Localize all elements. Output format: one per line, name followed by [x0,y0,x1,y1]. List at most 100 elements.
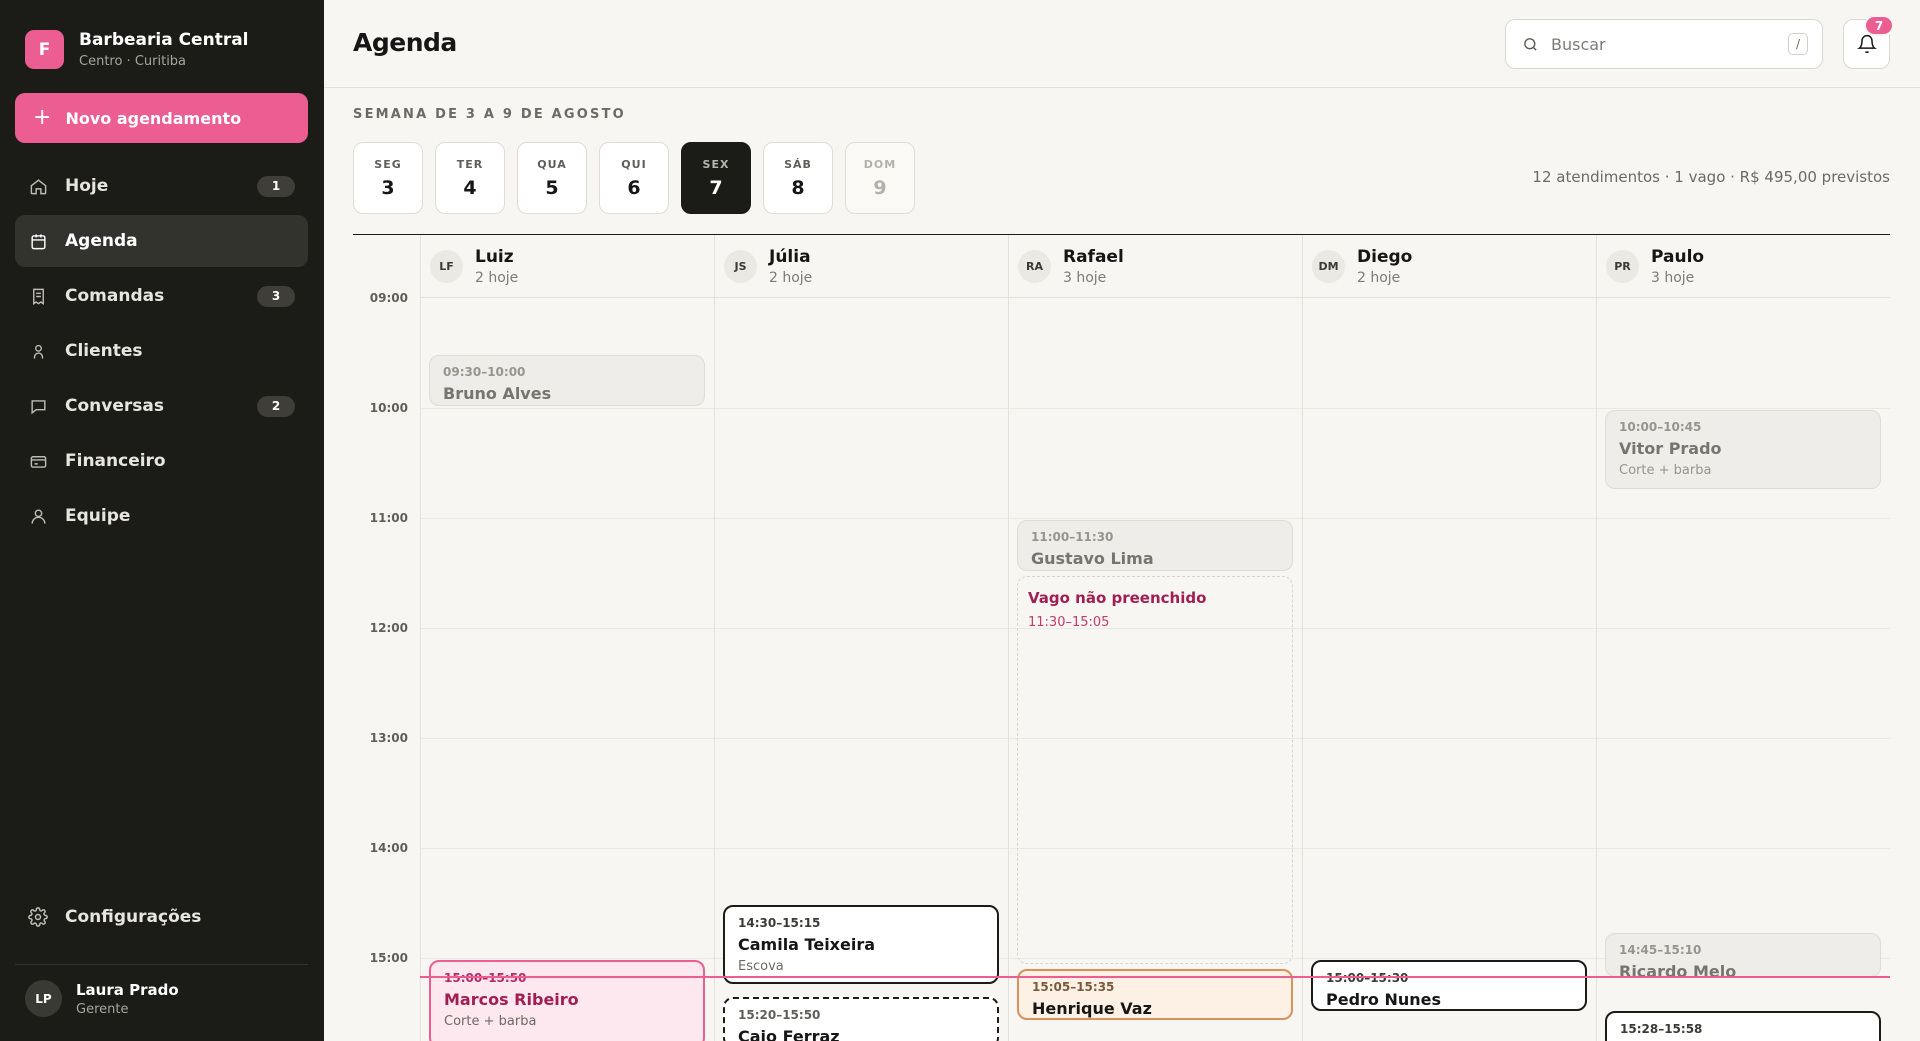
day-name: SÁB [784,157,812,171]
appointment-card[interactable]: 15:00–15:50Marcos RibeiroCorte + barba [429,960,705,1041]
professional-header[interactable]: LF Luiz 2 hoje [421,235,714,298]
vacant-time: 11:30–15:05 [1028,615,1110,630]
time-label: 14:00 [369,841,408,855]
appointment-card[interactable]: 09:30–10:00 Bruno Alves [429,355,705,406]
appointment-time: 14:45–15:10 [1619,942,1702,957]
appointment-service: Corte + barba [444,1014,537,1029]
professional-header[interactable]: PR Paulo 3 hoje [1597,235,1890,298]
search-box[interactable]: / [1505,19,1823,69]
settings-label: Configurações [65,907,202,927]
appointment-time: 09:30–10:00 [443,365,526,379]
professional-column[interactable]: DM Diego 2 hoje 15:00–15:30Pedro Nunes [1302,235,1596,1041]
professional-column[interactable]: RA Rafael 3 hoje Vago não preenchido 11:30–1… [1008,235,1302,1041]
home-icon [28,176,48,196]
search-input[interactable] [1551,34,1771,54]
day-tab-4[interactable]: TER 4 [435,142,505,214]
hour-gridline [1303,518,1596,519]
day-tab-5[interactable]: QUA 5 [517,142,587,214]
appointment-card[interactable]: 15:00–15:30Pedro Nunes [1311,960,1587,1011]
user-profile[interactable]: LP Laura Prado Gerente [25,980,179,1017]
receipt-icon [28,286,48,306]
appointment-card[interactable]: 14:30–15:15 Camila Teixeira Escova [723,905,999,984]
day-tab-8[interactable]: SÁB 8 [763,142,833,214]
chat-icon [28,396,48,416]
new-appointment-button[interactable]: + Novo agendamento [15,93,308,143]
appointment-card[interactable]: 15:20–15:50 Caio Ferraz [723,996,999,1041]
day-tab-7[interactable]: SEX 7 [681,142,751,214]
week-summary: 12 atendimentos · 1 vago · R$ 495,00 pre… [1532,168,1890,186]
appointment-time: 14:30–15:15 [738,916,821,930]
professional-column[interactable]: JS Júlia 2 hoje 14:30–15:15 Camila Teixeira E… [714,235,1008,1041]
sidebar-item-conversas[interactable]: Conversas 2 [15,380,308,432]
appointment-card[interactable]: 11:00–11:30 Gustavo Lima [1017,520,1293,571]
avatar: LF [430,249,463,283]
user-role: Gerente [76,1001,129,1017]
count-badge: 2 [257,395,295,417]
professional-count: 2 hoje [769,269,813,286]
sidebar-item-equipe[interactable]: Equipe [15,490,308,542]
hour-gridline [715,738,1008,739]
professional-header[interactable]: DM Diego 2 hoje [1303,235,1596,298]
avatar: LP [25,980,62,1017]
professional-header[interactable]: JS Júlia 2 hoje [715,235,1008,298]
hour-gridline [1597,628,1890,629]
avatar: JS [724,249,757,283]
main-content: Agenda / 7 SEMANA DE 3 A 9 DE AGOSTO SEG… [324,0,1920,1041]
professional-count: 3 hoje [1651,269,1695,286]
time-label: 09:00 [369,291,408,305]
hour-gridline [1009,518,1302,519]
appointment-service: Escova [738,959,784,974]
day-number: 7 [709,176,723,199]
appointment-time: 15:20–15:50 [738,1007,821,1022]
appointment-card[interactable]: 15:28–15:58 [1605,1011,1881,1041]
avatar: PR [1606,249,1639,283]
professional-name: Júlia [769,246,811,267]
calendar-icon [28,231,48,251]
appointment-card[interactable]: 14:45–15:10 Ricardo Melo [1605,932,1881,977]
professional-name: Paulo [1651,246,1705,267]
client-icon [28,341,48,361]
sidebar-divider [15,964,308,965]
sidebar-item-label: Conversas [65,396,164,416]
bell-icon [1856,34,1877,54]
appointment-time: 15:05–15:35 [1032,980,1115,995]
gear-icon [28,907,48,927]
day-selector: SEG 3 TER 4 QUA 5 QUI 6 SEX 7 SÁB 8 DOM 9 [353,142,927,214]
sidebar-item-hoje[interactable]: Hoje 1 [15,160,308,212]
professional-name: Rafael [1063,246,1124,267]
appointment-client: Marcos Ribeiro [444,990,579,1009]
page-title: Agenda [353,28,457,57]
brand[interactable]: F Barbearia Central Centro · Curitiba [25,30,249,69]
hour-gridline [715,518,1008,519]
count-badge: 3 [257,285,295,307]
day-tab-3[interactable]: SEG 3 [353,142,423,214]
sidebar-item-comandas[interactable]: Comandas 3 [15,270,308,322]
day-name: DOM [863,157,897,171]
sidebar-item-label: Clientes [65,341,143,361]
sidebar-item-financeiro[interactable]: Financeiro [15,435,308,487]
vacant-slot[interactable]: Vago não preenchido 11:30–15:05 [1017,576,1293,965]
sidebar-item-clientes[interactable]: Clientes [15,325,308,377]
day-tab-6[interactable]: QUI 6 [599,142,669,214]
professional-column[interactable]: PR Paulo 3 hoje 10:00–10:45 Vitor Prado Corte… [1596,235,1890,1041]
hour-gridline [1303,628,1596,629]
brand-logo: F [25,30,64,69]
settings-link[interactable]: Configurações [28,907,201,927]
appointment-time: 11:00–11:30 [1031,530,1114,544]
hour-gridline [421,518,714,519]
avatar: RA [1018,249,1051,283]
professional-count: 2 hoje [1357,269,1401,286]
team-icon [28,506,48,526]
current-time-line [420,976,1890,979]
new-appointment-label: Novo agendamento [65,108,242,128]
hour-gridline [421,628,714,629]
sidebar-item-agenda[interactable]: Agenda [15,215,308,267]
day-name: SEX [702,157,730,171]
appointment-card[interactable]: 10:00–10:45 Vitor Prado Corte + barba [1605,410,1881,489]
notifications-button[interactable]: 7 [1843,15,1894,69]
professional-column[interactable]: LFLuiz2 hoje09:30–10:00Bruno Alves15:00–… [420,235,714,1041]
appointment-client: Camila Teixeira [738,935,876,954]
brand-location: Centro · Curitiba [79,54,187,69]
day-tab-9: DOM 9 [845,142,915,214]
professional-header[interactable]: RA Rafael 3 hoje [1009,235,1302,298]
